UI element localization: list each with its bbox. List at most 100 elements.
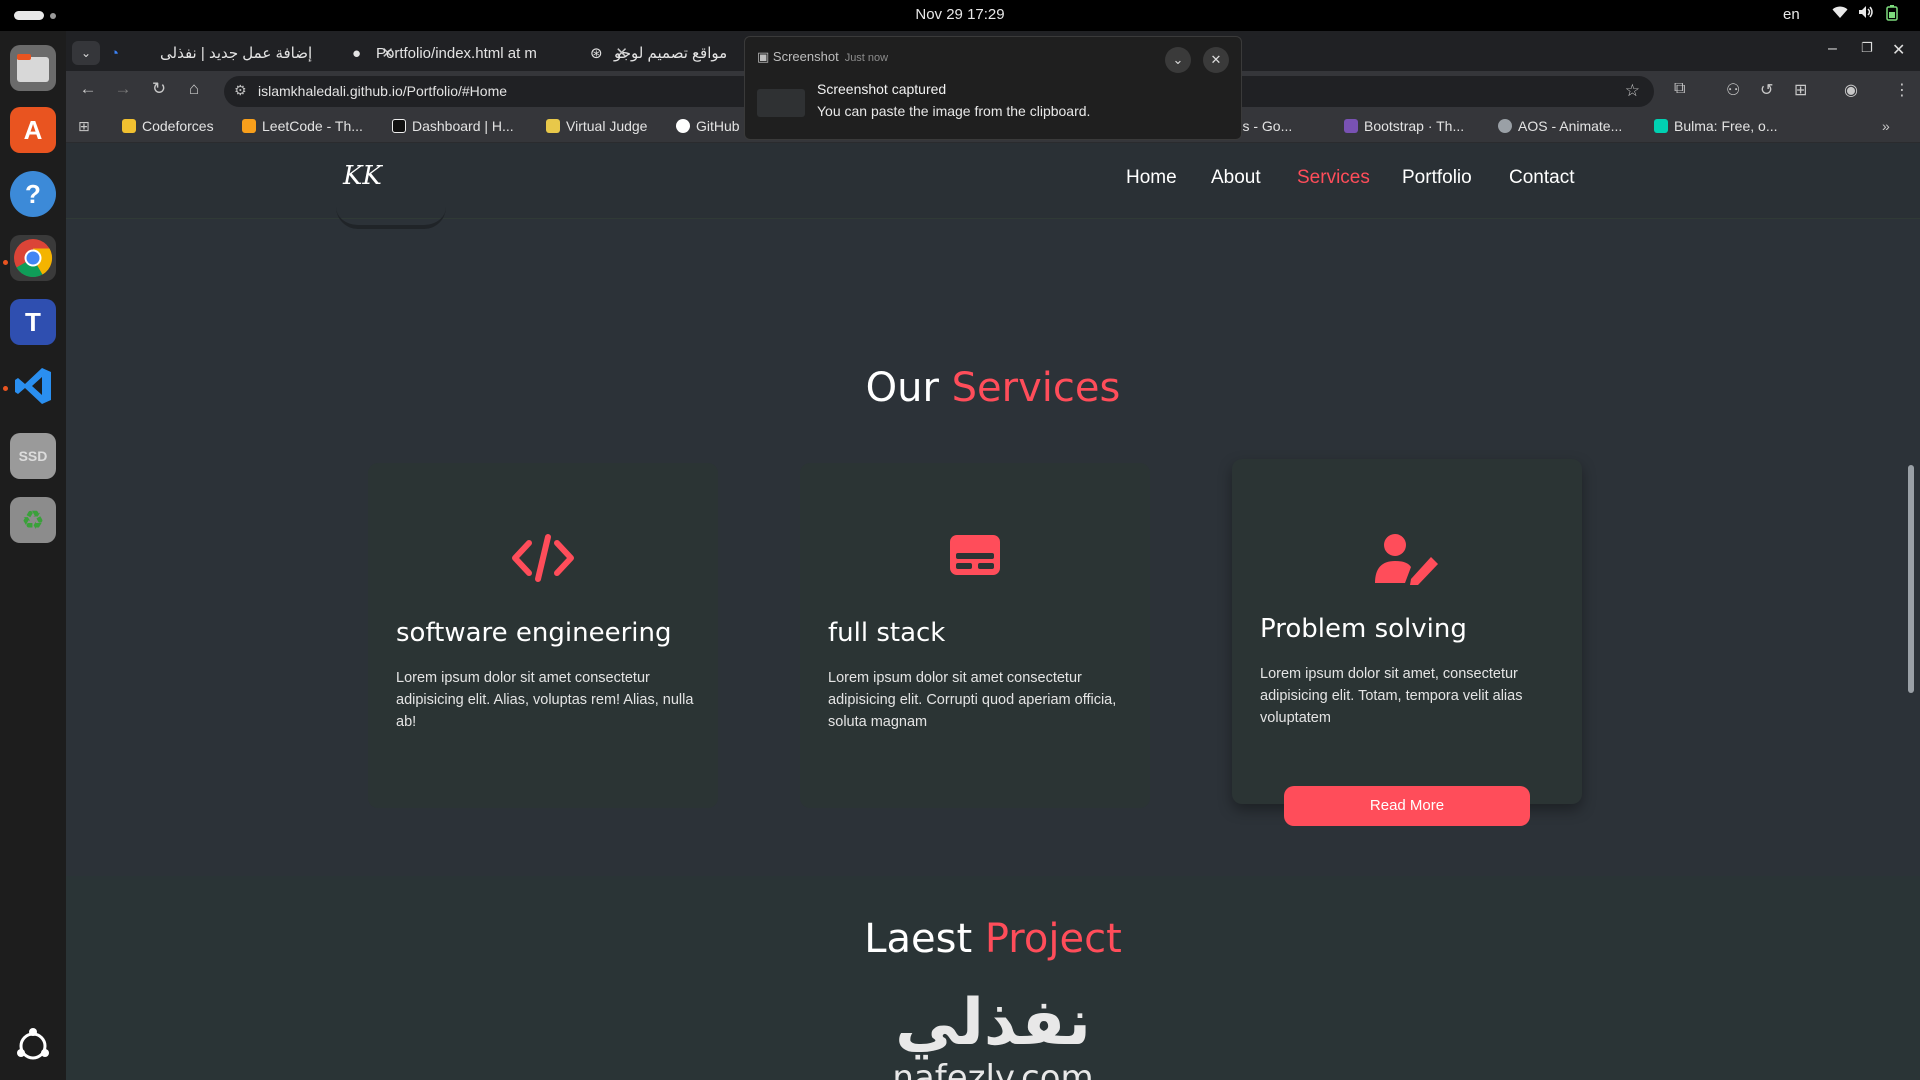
restore-icon[interactable]: ❐ xyxy=(1861,40,1873,56)
running-indicator xyxy=(3,386,8,391)
bookmark-dashboard[interactable]: Dashboard | H... xyxy=(392,118,514,134)
chrome-app-icon[interactable] xyxy=(10,235,56,281)
browser-window: ⌄ ◔ إضافة عمل جديد | نفذلى ✕ ● Portfolio… xyxy=(66,31,1920,1080)
tab-title: Portfolio/index.html at m xyxy=(376,45,537,62)
github-icon: ● xyxy=(352,45,362,62)
globe-icon xyxy=(1498,119,1512,133)
incognito-icon[interactable]: ⚇ xyxy=(1726,80,1740,100)
service-card-problem-solving: Problem solving Lorem ipsum dolor sit am… xyxy=(1232,459,1582,804)
site-info-icon[interactable]: ⚙ xyxy=(234,82,247,99)
profile-avatar[interactable]: ◉ xyxy=(1844,80,1858,100)
nav-services[interactable]: Services xyxy=(1297,167,1370,189)
services-heading-accent: Services xyxy=(951,365,1121,411)
app-dock: A ? T SSD ♻ xyxy=(0,31,66,1080)
system-clock[interactable]: Nov 29 17:29 xyxy=(0,6,1920,23)
bookmark-codeforces[interactable]: Codeforces xyxy=(122,118,214,134)
tab-title: إضافة عمل جديد | نفذلى xyxy=(160,45,313,62)
nafezly-logo-domain[interactable]: nafezly.com xyxy=(66,1058,1920,1080)
logo-arc-decoration xyxy=(336,207,446,229)
extensions-icon[interactable]: ⧉ xyxy=(1674,80,1685,98)
volume-icon[interactable] xyxy=(1858,5,1874,23)
nav-portfolio[interactable]: Portfolio xyxy=(1402,167,1472,189)
ssd-drive-icon[interactable]: SSD xyxy=(10,433,56,479)
openai-icon: ⊛ xyxy=(590,45,603,62)
leetcode-icon xyxy=(242,119,256,133)
close-notification-icon[interactable]: ✕ xyxy=(1203,47,1229,73)
service-description: Lorem ipsum dolor sit amet consectetur a… xyxy=(828,670,1117,730)
hackerrank-icon xyxy=(392,119,406,133)
nafezly-logo-arabic[interactable]: نفذلي xyxy=(66,986,1920,1060)
service-title: Problem solving xyxy=(1260,614,1467,644)
tab-github-portfolio[interactable]: ● Portfolio/index.html at m ✕ xyxy=(352,39,628,69)
bulma-icon xyxy=(1654,119,1668,133)
bookmark-github[interactable]: GitHub xyxy=(676,118,740,134)
menu-kebab-icon[interactable]: ⋮ xyxy=(1894,80,1910,100)
project-heading-prefix: Laest xyxy=(864,916,973,962)
close-window-icon[interactable]: ✕ xyxy=(1892,40,1905,60)
vscode-app-icon[interactable] xyxy=(10,363,56,409)
bookmark-bootstrap[interactable]: Bootstrap · Th... xyxy=(1344,118,1464,134)
service-title: full stack xyxy=(828,618,946,648)
forward-icon[interactable]: → xyxy=(111,79,135,99)
url-text[interactable]: islamkhaledali.github.io/Portfolio/#Home xyxy=(258,83,507,99)
bookmark-virtual-judge[interactable]: Virtual Judge xyxy=(546,118,647,134)
notification-header: ▣ Screenshot Just now xyxy=(757,49,888,65)
history-icon[interactable]: ↺ xyxy=(1760,80,1773,100)
apps-grid-icon[interactable]: ⊞ xyxy=(78,118,90,135)
home-icon[interactable]: ⌂ xyxy=(182,79,206,99)
bootstrap-icon xyxy=(1344,119,1358,133)
expand-notification-icon[interactable]: ⌄ xyxy=(1165,47,1191,73)
help-app-icon[interactable]: ? xyxy=(10,171,56,217)
battery-icon[interactable] xyxy=(1886,5,1898,25)
nav-home[interactable]: Home xyxy=(1126,167,1177,189)
service-card-fullstack: full stack Lorem ipsum dolor sit amet co… xyxy=(800,463,1150,808)
notification-app-name: Screenshot xyxy=(772,49,839,64)
notification-time: Just now xyxy=(844,52,889,64)
screenshot-notification[interactable]: ▣ Screenshot Just now ⌄ ✕ Screenshot capt… xyxy=(744,36,1242,140)
more-bookmarks-icon[interactable]: » xyxy=(1882,118,1890,134)
tab-title: مواقع تصميم لوجو xyxy=(614,45,728,62)
running-indicator xyxy=(3,260,8,265)
service-description: Lorem ipsum dolor sit amet consectetur a… xyxy=(396,670,694,730)
web-page: KK Home About Services Portfolio Contact… xyxy=(66,143,1920,1080)
files-app-icon[interactable] xyxy=(10,45,56,91)
wifi-icon[interactable] xyxy=(1832,5,1848,23)
system-top-bar: Nov 29 17:29 en xyxy=(0,0,1920,31)
service-card-software: software engineering Lorem ipsum dolor s… xyxy=(368,463,718,808)
service-title: software engineering xyxy=(396,618,672,648)
card-icon xyxy=(800,533,1150,589)
notification-title: Screenshot captured xyxy=(817,81,947,97)
read-more-button[interactable]: Read More xyxy=(1284,786,1530,826)
input-language[interactable]: en xyxy=(1783,6,1800,23)
site-navbar: KK Home About Services Portfolio Contact xyxy=(66,143,1920,229)
trash-icon[interactable]: ♻ xyxy=(10,497,56,543)
nav-contact[interactable]: Contact xyxy=(1509,167,1574,189)
page-scrollbar-thumb[interactable] xyxy=(1908,465,1914,693)
services-heading-prefix: Our xyxy=(865,365,939,411)
software-center-icon[interactable]: A xyxy=(10,107,56,153)
translate-icon[interactable]: ⊞ xyxy=(1794,80,1807,100)
back-icon[interactable]: ← xyxy=(76,79,100,99)
code-icon xyxy=(368,533,718,589)
project-heading: Laest Project xyxy=(66,916,1920,962)
bookmark-leetcode[interactable]: LeetCode - Th... xyxy=(242,118,363,134)
github-icon xyxy=(676,119,690,133)
minimize-icon[interactable]: – xyxy=(1828,40,1837,58)
services-heading: Our Services xyxy=(66,365,1920,411)
bookmark-bulma[interactable]: Bulma: Free, o... xyxy=(1654,118,1777,134)
loading-icon: ◔ xyxy=(110,45,120,62)
teams-linux-icon[interactable]: T xyxy=(10,299,56,345)
site-logo[interactable]: KK xyxy=(343,161,383,201)
show-apps-icon[interactable] xyxy=(10,1023,56,1069)
notification-body: You can paste the image from the clipboa… xyxy=(817,103,1091,119)
project-heading-accent: Project xyxy=(984,916,1122,962)
service-description: Lorem ipsum dolor sit amet, consectetur … xyxy=(1260,666,1523,726)
user-edit-icon xyxy=(1232,533,1582,589)
nav-about[interactable]: About xyxy=(1211,167,1261,189)
codeforces-icon xyxy=(122,119,136,133)
bookmark-star-icon[interactable]: ☆ xyxy=(1625,81,1640,101)
bookmark-aos[interactable]: AOS - Animate... xyxy=(1498,118,1622,134)
tab-search-button[interactable]: ⌄ xyxy=(72,41,100,65)
screenshot-app-icon: ▣ xyxy=(757,49,770,64)
reload-icon[interactable]: ↻ xyxy=(147,79,171,99)
